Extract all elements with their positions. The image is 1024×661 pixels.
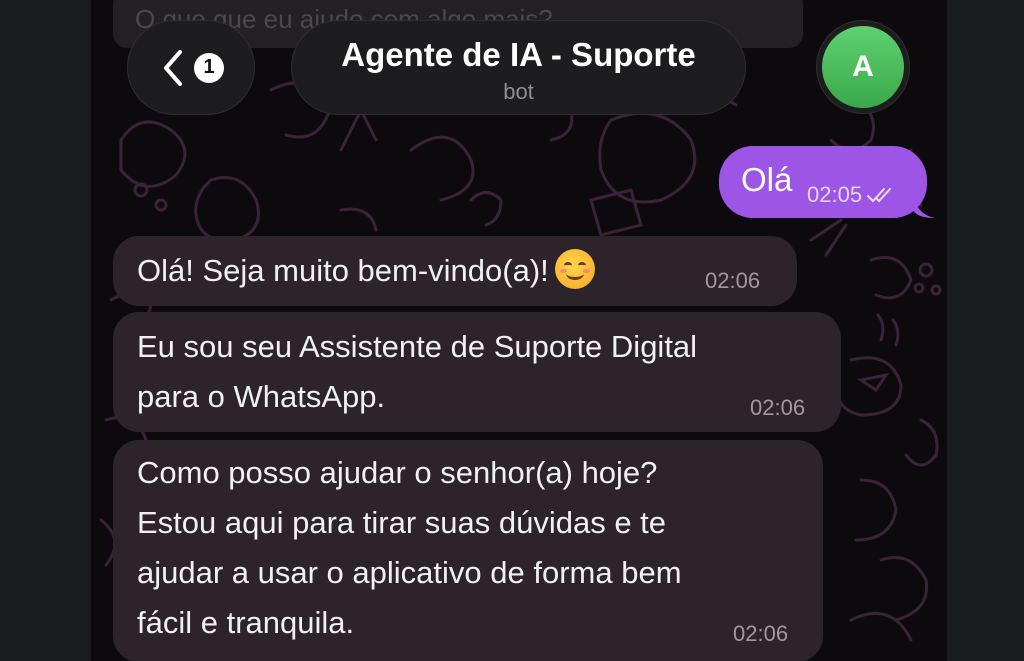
message-line: para o WhatsApp.	[137, 379, 386, 414]
incoming-message-bubble[interactable]: Olá! Seja muito bem-vindo(a)! 02:06	[113, 236, 797, 306]
message-line: Olá! Seja muito bem-vindo(a)!	[137, 253, 549, 288]
message-time: 02:05	[807, 182, 863, 207]
message-text: Olá! Seja muito bem-vindo(a)!	[137, 246, 595, 296]
smiling-face-icon	[554, 249, 595, 289]
chat-header[interactable]: Agente de IA - Suporte bot	[291, 20, 746, 115]
message-line: ajudar a usar o aplicativo de forma bem	[137, 555, 682, 590]
chat-title: Agente de IA - Suporte	[341, 36, 696, 73]
contact-avatar[interactable]: A	[816, 20, 910, 114]
back-button[interactable]: 1	[127, 20, 255, 115]
message-line: Eu sou seu Assistente de Suporte Digital	[137, 329, 698, 364]
incoming-message-bubble[interactable]: Eu sou seu Assistente de Suporte Digital…	[113, 312, 841, 432]
message-text: Olá	[741, 161, 793, 198]
outgoing-message-bubble[interactable]: Olá 02:05	[719, 146, 927, 218]
chat-subtitle: bot	[503, 79, 534, 104]
message-line: Como posso ajudar o senhor(a) hoje?	[137, 455, 658, 490]
message-time: 02:06	[705, 268, 761, 293]
bubble-tail	[913, 192, 935, 218]
message-time: 02:06	[750, 395, 806, 420]
avatar-letter: A	[822, 26, 904, 108]
message-line: Estou aqui para tirar suas dúvidas e te	[137, 505, 667, 540]
message-time: 02:06	[733, 621, 789, 646]
message-line: fácil e tranquila.	[137, 605, 355, 640]
message-meta: 02:05	[807, 182, 900, 208]
chevron-left-icon	[164, 49, 182, 86]
chat-screen: O que que eu ajudo com algo mais? 1 Agen…	[91, 0, 947, 661]
double-check-icon	[867, 188, 892, 203]
incoming-message-bubble[interactable]: Como posso ajudar o senhor(a) hoje? Esto…	[113, 440, 823, 661]
unread-count-badge: 1	[194, 52, 224, 83]
